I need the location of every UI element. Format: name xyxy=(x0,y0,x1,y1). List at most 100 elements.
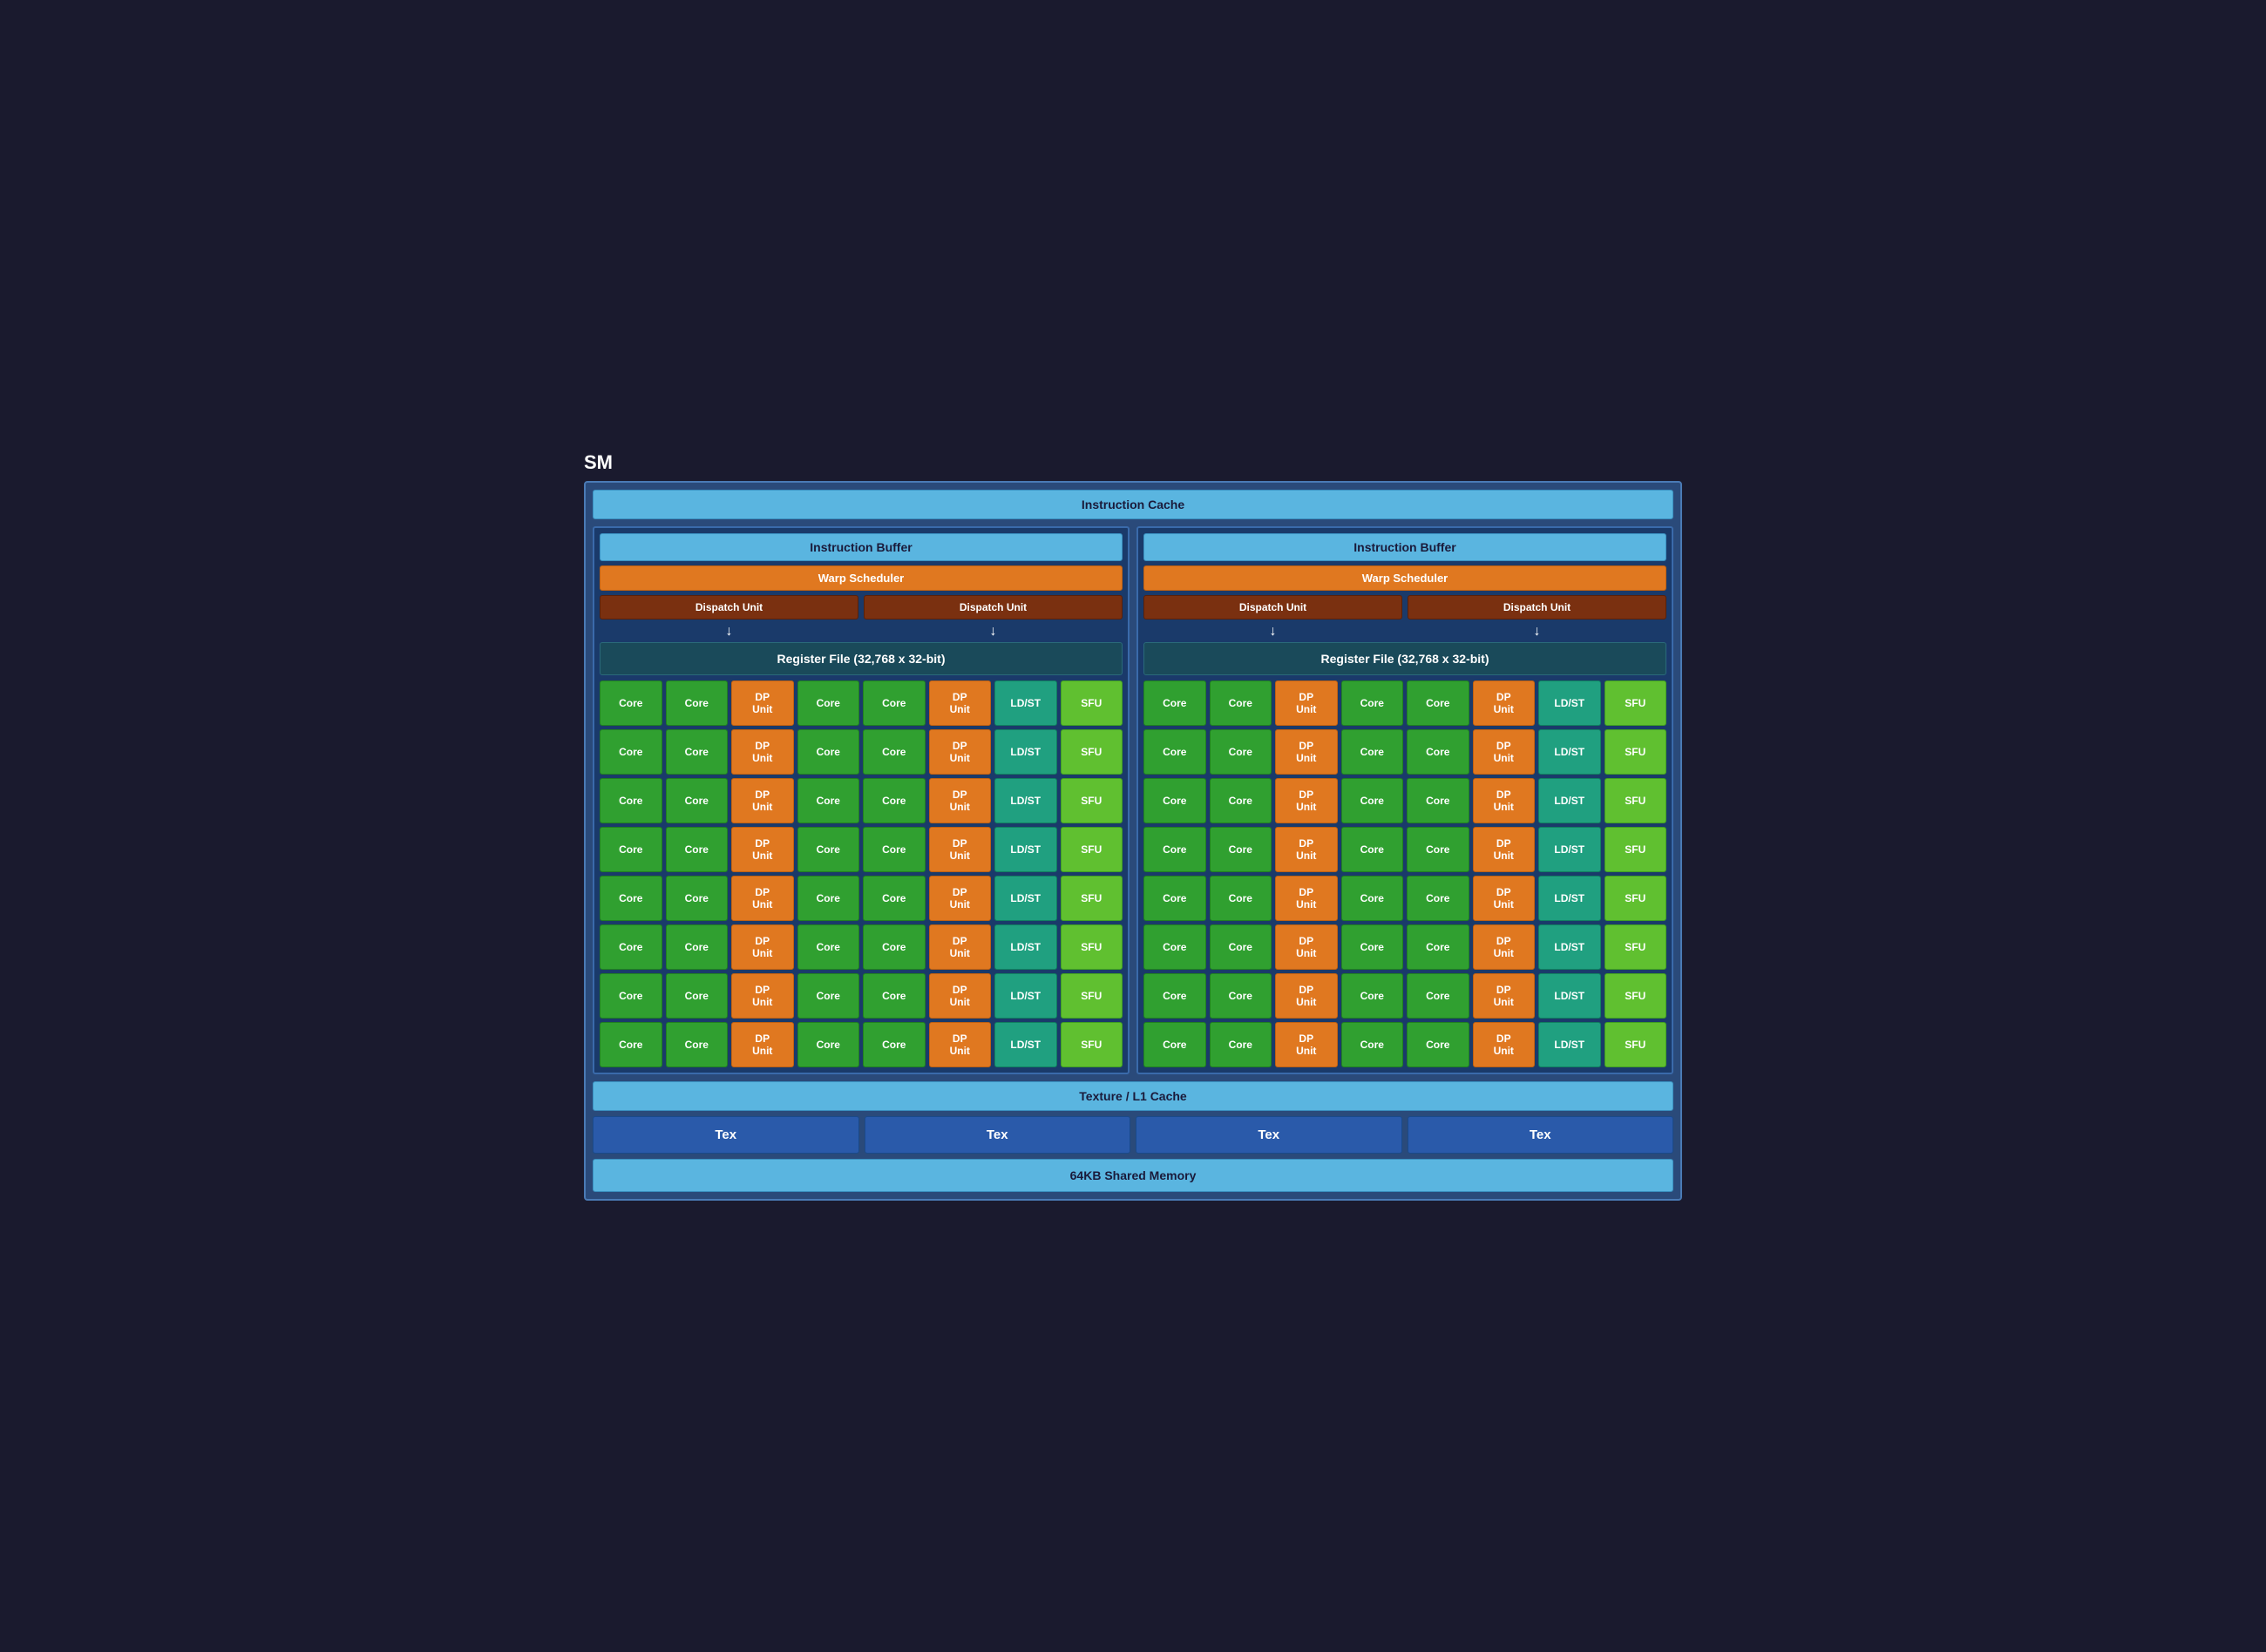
core-cell: Core xyxy=(1143,1022,1206,1067)
left-instruction-buffer: Instruction Buffer xyxy=(600,533,1123,561)
dp-unit-cell: DPUnit xyxy=(929,924,992,970)
core-cell: Core xyxy=(863,778,926,823)
left-dispatch-row: Dispatch Unit Dispatch Unit xyxy=(600,595,1123,620)
core-cell: Core xyxy=(863,680,926,726)
core-cell: Core xyxy=(1210,680,1272,726)
left-arrows: ↓ ↓ xyxy=(600,624,1123,640)
ldst-cell: LD/ST xyxy=(1538,778,1601,823)
right-warp-scheduler: Warp Scheduler xyxy=(1143,565,1666,591)
core-cell: Core xyxy=(1143,827,1206,872)
two-column-layout: Instruction Buffer Warp Scheduler Dispat… xyxy=(593,526,1673,1074)
dp-unit-cell: DPUnit xyxy=(731,1022,794,1067)
dp-unit-cell: DPUnit xyxy=(731,729,794,775)
sfu-cell: SFU xyxy=(1605,680,1667,726)
core-cell: Core xyxy=(666,778,729,823)
sfu-cell: SFU xyxy=(1061,973,1123,1019)
dp-unit-cell: DPUnit xyxy=(1275,778,1338,823)
sm-container: Instruction Cache Instruction Buffer War… xyxy=(584,481,1682,1201)
core-cell: Core xyxy=(1210,924,1272,970)
dp-unit-cell: DPUnit xyxy=(1275,827,1338,872)
core-cell: Core xyxy=(1210,973,1272,1019)
ldst-cell: LD/ST xyxy=(994,973,1057,1019)
dp-unit-cell: DPUnit xyxy=(1473,876,1536,921)
core-cell: Core xyxy=(863,924,926,970)
bottom-section: Texture / L1 Cache Tex Tex Tex Tex 64KB … xyxy=(593,1081,1673,1192)
tex-unit-3: Tex xyxy=(1136,1116,1402,1154)
ldst-cell: LD/ST xyxy=(994,1022,1057,1067)
core-cell: Core xyxy=(600,924,662,970)
core-cell: Core xyxy=(797,680,860,726)
core-cell: Core xyxy=(1407,729,1469,775)
core-cell: Core xyxy=(863,876,926,921)
dp-unit-cell: DPUnit xyxy=(929,680,992,726)
right-dispatch-unit-1: Dispatch Unit xyxy=(1143,595,1402,620)
sfu-cell: SFU xyxy=(1605,729,1667,775)
ldst-cell: LD/ST xyxy=(1538,680,1601,726)
dp-unit-cell: DPUnit xyxy=(1275,729,1338,775)
core-cell: Core xyxy=(1143,729,1206,775)
tex-row: Tex Tex Tex Tex xyxy=(593,1116,1673,1154)
left-half: Instruction Buffer Warp Scheduler Dispat… xyxy=(593,526,1130,1074)
left-dispatch-unit-1: Dispatch Unit xyxy=(600,595,858,620)
core-cell: Core xyxy=(1210,827,1272,872)
core-cell: Core xyxy=(863,827,926,872)
sfu-cell: SFU xyxy=(1061,827,1123,872)
core-cell: Core xyxy=(1407,876,1469,921)
core-cell: Core xyxy=(1143,680,1206,726)
core-cell: Core xyxy=(600,876,662,921)
tex-unit-4: Tex xyxy=(1408,1116,1674,1154)
sfu-cell: SFU xyxy=(1605,924,1667,970)
sm-title: SM xyxy=(584,451,1682,474)
dp-unit-cell: DPUnit xyxy=(1473,973,1536,1019)
core-cell: Core xyxy=(1407,827,1469,872)
dp-unit-cell: DPUnit xyxy=(929,778,992,823)
right-core-grid: Core Core DPUnit Core Core DPUnit LD/ST … xyxy=(1143,680,1666,1067)
ldst-cell: LD/ST xyxy=(994,729,1057,775)
core-cell: Core xyxy=(1341,973,1404,1019)
core-cell: Core xyxy=(1210,876,1272,921)
sfu-cell: SFU xyxy=(1061,924,1123,970)
core-cell: Core xyxy=(863,729,926,775)
dp-unit-cell: DPUnit xyxy=(1275,1022,1338,1067)
left-dispatch-unit-2: Dispatch Unit xyxy=(864,595,1123,620)
ldst-cell: LD/ST xyxy=(1538,876,1601,921)
ldst-cell: LD/ST xyxy=(994,876,1057,921)
left-core-grid: Core Core DPUnit Core Core DPUnit LD/ST … xyxy=(600,680,1123,1067)
dp-unit-cell: DPUnit xyxy=(731,778,794,823)
core-cell: Core xyxy=(1341,827,1404,872)
core-cell: Core xyxy=(1341,1022,1404,1067)
ldst-cell: LD/ST xyxy=(994,778,1057,823)
core-cell: Core xyxy=(666,729,729,775)
tex-unit-2: Tex xyxy=(865,1116,1131,1154)
core-cell: Core xyxy=(600,1022,662,1067)
core-cell: Core xyxy=(600,729,662,775)
dp-unit-cell: DPUnit xyxy=(1473,1022,1536,1067)
instruction-cache: Instruction Cache xyxy=(593,490,1673,519)
core-cell: Core xyxy=(1341,729,1404,775)
core-cell: Core xyxy=(1341,680,1404,726)
core-cell: Core xyxy=(1210,729,1272,775)
right-dispatch-row: Dispatch Unit Dispatch Unit xyxy=(1143,595,1666,620)
dp-unit-cell: DPUnit xyxy=(731,924,794,970)
dp-unit-cell: DPUnit xyxy=(1473,778,1536,823)
texture-l1-cache: Texture / L1 Cache xyxy=(593,1081,1673,1111)
dp-unit-cell: DPUnit xyxy=(929,827,992,872)
sfu-cell: SFU xyxy=(1605,778,1667,823)
core-cell: Core xyxy=(666,1022,729,1067)
sfu-cell: SFU xyxy=(1061,1022,1123,1067)
dp-unit-cell: DPUnit xyxy=(731,876,794,921)
right-half: Instruction Buffer Warp Scheduler Dispat… xyxy=(1136,526,1673,1074)
dp-unit-cell: DPUnit xyxy=(731,827,794,872)
core-cell: Core xyxy=(797,729,860,775)
dp-unit-cell: DPUnit xyxy=(929,729,992,775)
sfu-cell: SFU xyxy=(1061,729,1123,775)
sfu-cell: SFU xyxy=(1061,680,1123,726)
dp-unit-cell: DPUnit xyxy=(1275,680,1338,726)
ldst-cell: LD/ST xyxy=(1538,827,1601,872)
dp-unit-cell: DPUnit xyxy=(731,680,794,726)
dp-unit-cell: DPUnit xyxy=(1473,729,1536,775)
core-cell: Core xyxy=(863,973,926,1019)
core-cell: Core xyxy=(1341,924,1404,970)
left-register-file: Register File (32,768 x 32-bit) xyxy=(600,642,1123,675)
tex-unit-1: Tex xyxy=(593,1116,859,1154)
